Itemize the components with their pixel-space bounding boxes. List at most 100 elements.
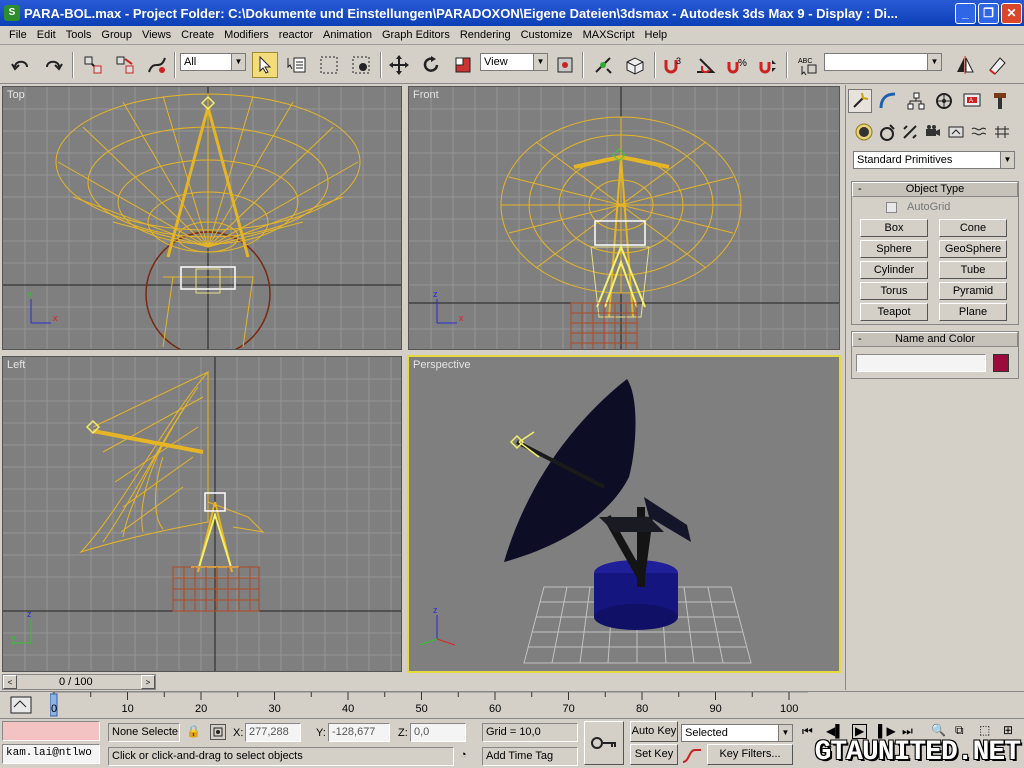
go-to-start-icon[interactable]: ⏮ [802,724,813,739]
close-button[interactable]: ✕ [1001,2,1022,24]
keyboard-shortcut-override-button[interactable] [622,52,648,78]
previous-key-icon[interactable]: ◀▌ [826,724,844,738]
viewport-front[interactable]: zx Front [408,86,840,350]
menu-file[interactable]: File [4,27,32,44]
select-and-rotate-button[interactable] [418,52,444,78]
helpers-category[interactable] [946,121,966,143]
sphere-button[interactable]: Sphere [860,240,928,258]
systems-category[interactable] [992,121,1012,143]
select-by-name-button[interactable] [284,52,310,78]
modify-tab[interactable] [876,89,900,113]
select-and-link-button[interactable] [80,52,106,78]
track-bar[interactable]: 0 10 20 30 40 50 60 70 80 90 100 [0,691,1024,717]
next-frame-button[interactable]: > [141,675,155,689]
shapes-category[interactable] [877,121,897,143]
viewport-left[interactable]: zy Left [2,356,402,672]
tube-button[interactable]: Tube [939,261,1007,279]
angle-snap-button[interactable] [692,52,718,78]
box-button[interactable]: Box [860,219,928,237]
menu-tools[interactable]: Tools [61,27,97,44]
utilities-tab[interactable] [988,89,1012,113]
menu-help[interactable]: Help [640,27,673,44]
x-coordinate-field[interactable]: 277,288 [245,723,301,742]
menu-customize[interactable]: Customize [516,27,578,44]
autogrid-checkbox[interactable] [886,202,897,213]
teapot-button[interactable]: Teapot [860,303,928,321]
geosphere-button[interactable]: GeoSphere [939,240,1007,258]
display-tab[interactable]: A [960,89,984,113]
unlink-selection-button[interactable] [112,52,138,78]
window-crossing-button[interactable] [348,52,374,78]
create-tab[interactable] [848,89,872,113]
menu-create[interactable]: Create [176,27,219,44]
set-key-button[interactable]: Set Key [630,744,678,765]
lock-selection-icon[interactable]: 🔒 [186,724,201,738]
zoom-icon[interactable]: 🔍 [931,723,946,737]
app-icon[interactable]: S [4,5,20,21]
primitive-category-dropdown[interactable]: Standard Primitives ▼ [853,151,1015,169]
time-slider[interactable]: 0 / 100 < > [2,674,156,690]
reference-coordinate-dropdown[interactable]: View ▼ [480,53,548,71]
zoom-all-icon[interactable]: ⧉ [955,723,964,738]
z-coordinate-field[interactable]: 0,0 [410,723,466,742]
zoom-extents-icon[interactable]: ⬚ [979,723,990,737]
undo-button[interactable] [8,52,34,78]
cylinder-button[interactable]: Cylinder [860,261,928,279]
select-and-manipulate-button[interactable] [590,52,616,78]
object-type-header[interactable]: - Object Type [852,182,1018,197]
menu-animation[interactable]: Animation [318,27,377,44]
bind-to-space-warp-button[interactable] [144,52,170,78]
object-color-swatch[interactable] [993,354,1009,372]
viewport-label-front[interactable]: Front [413,89,439,101]
viewport-label-top[interactable]: Top [7,89,25,101]
align-button[interactable] [984,52,1010,78]
redo-button[interactable] [40,52,66,78]
object-name-field[interactable] [856,354,986,372]
menu-views[interactable]: Views [137,27,176,44]
select-object-button[interactable] [252,52,278,78]
auto-key-button[interactable]: Auto Key [630,721,678,742]
geometry-category[interactable] [854,121,874,143]
key-filters-button[interactable]: Key Filters... [707,744,793,765]
y-coordinate-field[interactable]: -128,677 [328,723,390,742]
edit-named-selection-button[interactable]: ABC [794,52,820,78]
percent-snap-button[interactable]: % [724,52,750,78]
cameras-category[interactable] [923,121,943,143]
select-and-move-button[interactable] [386,52,412,78]
add-time-tag-field[interactable]: Add Time Tag [482,747,578,766]
menu-modifiers[interactable]: Modifiers [219,27,274,44]
previous-frame-button[interactable]: < [3,675,17,689]
spinner-snap-button[interactable] [756,52,782,78]
selection-filter-dropdown[interactable]: All ▼ [180,53,246,71]
viewport-label-perspective[interactable]: Perspective [413,359,470,371]
menu-reactor[interactable]: reactor [274,27,318,44]
minimize-button[interactable]: _ [955,2,976,24]
menu-rendering[interactable]: Rendering [455,27,516,44]
pivot-center-button[interactable] [552,52,578,78]
viewport-label-left[interactable]: Left [7,359,25,371]
viewport-top[interactable]: yx Top [2,86,402,350]
next-key-icon[interactable]: ▌▶ [878,724,896,738]
torus-button[interactable]: Torus [860,282,928,300]
curve-editor-mini-button[interactable] [8,695,34,715]
maxscript-listener-mini[interactable] [2,721,100,741]
motion-tab[interactable] [932,89,956,113]
name-and-color-header[interactable]: - Name and Color [852,332,1018,347]
maximize-button[interactable]: ❐ [978,2,999,24]
key-mode-dropdown[interactable]: Selected ▼ [681,724,793,742]
menu-group[interactable]: Group [96,27,137,44]
default-in-out-tangents-button[interactable] [681,746,703,766]
mirror-button[interactable] [952,52,978,78]
set-key-mode-button[interactable] [584,721,624,765]
pyramid-button[interactable]: Pyramid [939,282,1007,300]
maxscript-listener-field[interactable]: kam.lai@ntlwo [2,744,100,764]
zoom-extents-all-icon[interactable]: ⊞ [1003,723,1013,737]
menu-maxscript[interactable]: MAXScript [578,27,640,44]
lights-category[interactable] [900,121,920,143]
menu-edit[interactable]: Edit [32,27,61,44]
menu-graph-editors[interactable]: Graph Editors [377,27,455,44]
absolute-mode-transform-button[interactable] [210,724,226,740]
select-and-scale-button[interactable] [450,52,476,78]
named-selection-set-dropdown[interactable]: ▼ [824,53,942,71]
cone-button[interactable]: Cone [939,219,1007,237]
